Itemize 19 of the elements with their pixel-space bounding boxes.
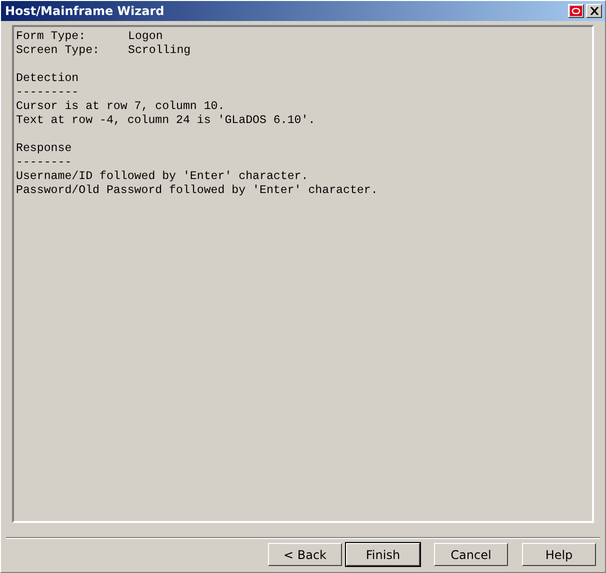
field-value: Logon	[128, 30, 163, 43]
report-line: Password/Old Password followed by 'Enter' character.	[16, 184, 378, 197]
report-line: Text at row -4, column 24 is 'GLaDOS 6.10'.	[16, 114, 316, 127]
section-heading: Detection	[16, 72, 79, 85]
wizard-button[interactable]: Help	[522, 543, 596, 566]
field-label: Form Type:	[16, 30, 87, 44]
app-icon[interactable]	[568, 4, 584, 18]
field-value: Scrolling	[128, 44, 191, 57]
heading-underline: --------	[16, 156, 72, 169]
report-line: Username/ID followed by 'Enter' character.	[16, 170, 308, 183]
window-title: Host/Mainframe Wizard	[5, 4, 166, 18]
close-icon[interactable]	[586, 4, 602, 18]
heading-underline: ---------	[16, 86, 79, 99]
wizard-button[interactable]: Finish	[346, 543, 420, 566]
section-heading: Response	[16, 142, 72, 155]
report-line: Cursor is at row 7, column 10.	[16, 100, 225, 113]
field-label: Screen Type:	[16, 44, 100, 58]
wizard-button[interactable]: < Back	[268, 543, 342, 566]
wizard-button[interactable]: Cancel	[434, 543, 508, 566]
